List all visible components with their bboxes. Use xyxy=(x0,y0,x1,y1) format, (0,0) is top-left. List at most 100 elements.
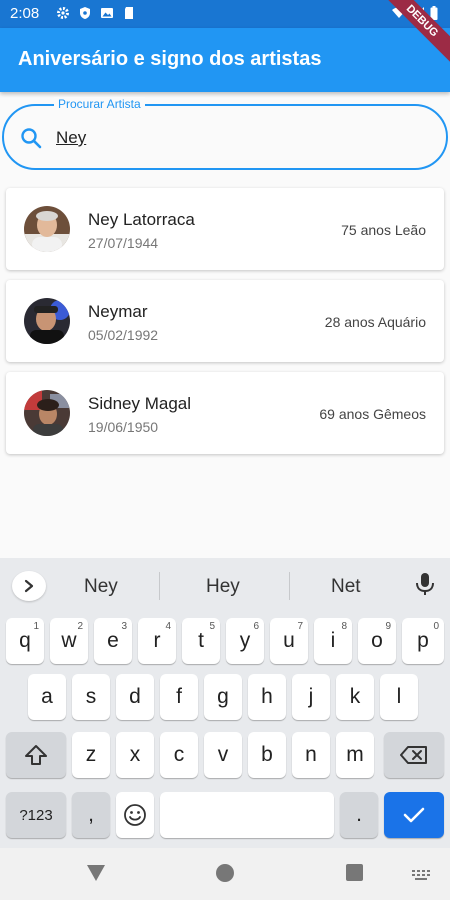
key-label: h xyxy=(261,685,273,708)
suggestion-2[interactable]: Hey xyxy=(206,576,240,598)
keyboard-switch-icon[interactable] xyxy=(412,870,430,880)
debug-banner-container: DEBUG xyxy=(370,0,450,80)
suggestion-bar: Ney Hey Net xyxy=(0,558,450,610)
key-hint: 3 xyxy=(121,621,127,632)
key-hint: 8 xyxy=(341,621,347,632)
key-label: l xyxy=(396,685,402,708)
microphone-icon[interactable] xyxy=(414,572,436,596)
key-s[interactable]: s xyxy=(72,674,110,720)
search-icon xyxy=(21,128,42,149)
key-n[interactable]: n xyxy=(292,732,330,778)
notification-icons xyxy=(56,6,136,20)
key-label: m xyxy=(346,743,364,766)
key-b[interactable]: b xyxy=(248,732,286,778)
key-hint: 7 xyxy=(297,621,303,632)
key-label: . xyxy=(356,803,362,826)
shift-key[interactable] xyxy=(6,732,66,778)
list-item[interactable]: Ney Latorraca 27/07/1944 75 anos Leão xyxy=(6,188,444,270)
key-g[interactable]: g xyxy=(204,674,242,720)
expand-suggestions-button[interactable] xyxy=(12,571,46,601)
key-label: q xyxy=(19,629,31,652)
key-d[interactable]: d xyxy=(116,674,154,720)
key-l[interactable]: l xyxy=(380,674,418,720)
key-label: , xyxy=(88,803,94,826)
search-input[interactable] xyxy=(56,126,416,150)
key-q[interactable]: q1 xyxy=(6,618,44,664)
key-label: j xyxy=(308,685,314,708)
key-h[interactable]: h xyxy=(248,674,286,720)
search-field[interactable]: Procurar Artista xyxy=(2,97,448,170)
key-hint: 5 xyxy=(209,621,215,632)
list-item[interactable]: Sidney Magal 19/06/1950 69 anos Gêmeos xyxy=(6,372,444,454)
key-label: v xyxy=(217,743,229,766)
search-label: Procurar Artista xyxy=(54,97,145,111)
avatar xyxy=(24,206,70,252)
emoji-key[interactable] xyxy=(116,792,154,838)
key-label: a xyxy=(41,685,53,708)
key-label: p xyxy=(417,629,429,652)
artist-birthdate: 19/06/1950 xyxy=(88,419,159,435)
key-k[interactable]: k xyxy=(336,674,374,720)
key-y[interactable]: y6 xyxy=(226,618,264,664)
key-label: u xyxy=(283,629,295,652)
backspace-key[interactable] xyxy=(384,732,444,778)
key-u[interactable]: u7 xyxy=(270,618,308,664)
home-icon[interactable] xyxy=(216,864,234,882)
key-label: s xyxy=(85,685,97,708)
suggestion-1[interactable]: Ney xyxy=(84,576,118,598)
key-z[interactable]: z xyxy=(72,732,110,778)
image-icon xyxy=(101,8,113,18)
key-label: f xyxy=(176,685,182,708)
key-label: n xyxy=(305,743,317,766)
key-c[interactable]: c xyxy=(160,732,198,778)
chevron-right-icon xyxy=(24,579,34,593)
key-label: t xyxy=(198,629,204,652)
suggestion-3[interactable]: Net xyxy=(331,576,361,598)
key-hint: 4 xyxy=(165,621,171,632)
key-label: e xyxy=(107,629,119,652)
key-p[interactable]: p0 xyxy=(402,618,444,664)
key-e[interactable]: e3 xyxy=(94,618,132,664)
divider xyxy=(159,572,160,600)
space-key[interactable] xyxy=(160,792,334,838)
key-label: c xyxy=(173,743,185,766)
key-m[interactable]: m xyxy=(336,732,374,778)
divider xyxy=(289,572,290,600)
key-label: w xyxy=(61,629,77,652)
key-t[interactable]: t5 xyxy=(182,618,220,664)
key-label: r xyxy=(153,629,161,652)
key-a[interactable]: a xyxy=(28,674,66,720)
key-label: g xyxy=(217,685,229,708)
key-v[interactable]: v xyxy=(204,732,242,778)
recent-apps-icon[interactable] xyxy=(346,864,363,881)
artist-birthdate: 27/07/1944 xyxy=(88,235,159,251)
key-label: y xyxy=(239,629,251,652)
key-hint: 2 xyxy=(77,621,83,632)
comma-key[interactable]: , xyxy=(72,792,110,838)
artist-name: Neymar xyxy=(88,302,148,321)
key-f[interactable]: f xyxy=(160,674,198,720)
shift-icon xyxy=(25,745,47,765)
emoji-icon xyxy=(124,804,146,826)
key-r[interactable]: r4 xyxy=(138,618,176,664)
key-o[interactable]: o9 xyxy=(358,618,396,664)
period-key[interactable]: . xyxy=(340,792,378,838)
key-label: b xyxy=(261,743,273,766)
avatar xyxy=(24,298,70,344)
artist-name: Sidney Magal xyxy=(88,394,192,413)
key-label: x xyxy=(129,743,141,766)
artist-age-sign: 75 anos Leão xyxy=(341,222,426,238)
key-j[interactable]: j xyxy=(292,674,330,720)
done-key[interactable] xyxy=(384,792,444,838)
artist-birthdate: 05/02/1992 xyxy=(88,327,159,343)
back-icon[interactable] xyxy=(86,864,106,882)
key-i[interactable]: i8 xyxy=(314,618,352,664)
symbols-key[interactable]: ?123 xyxy=(6,792,66,838)
artist-age-sign: 28 anos Aquário xyxy=(324,314,426,330)
settings-icon xyxy=(57,7,69,19)
backspace-icon xyxy=(400,746,427,764)
key-w[interactable]: w2 xyxy=(50,618,88,664)
key-x[interactable]: x xyxy=(116,732,154,778)
key-hint: 0 xyxy=(433,621,439,632)
list-item[interactable]: Neymar 05/02/1992 28 anos Aquário xyxy=(6,280,444,362)
